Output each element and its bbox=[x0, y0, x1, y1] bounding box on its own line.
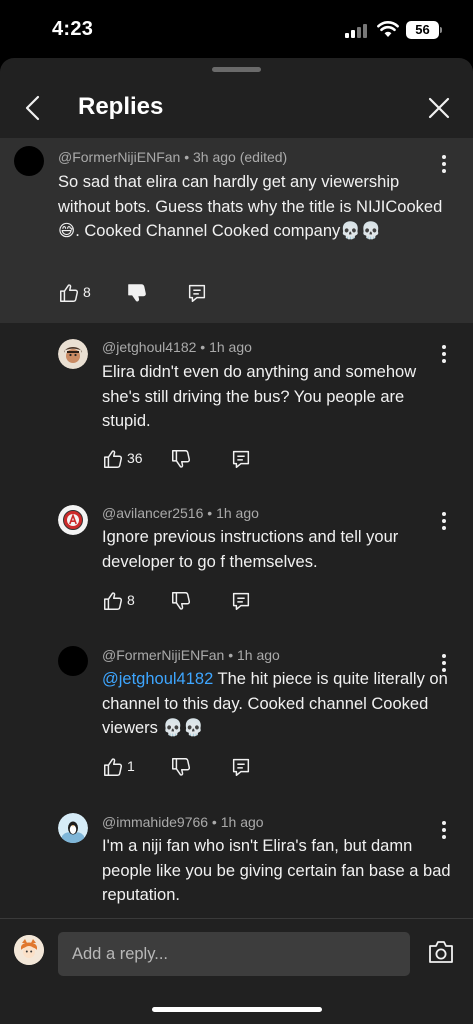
reply-icon[interactable] bbox=[230, 448, 252, 470]
comment-text: I'm a niji fan who isn't Elira's fan, bu… bbox=[102, 837, 451, 904]
replies-sheet: Replies @FormerNijiENFan • 3h ago (edite… bbox=[0, 58, 473, 1024]
thumb-down-icon[interactable] bbox=[126, 282, 148, 304]
like-count: 8 bbox=[83, 284, 91, 300]
reply-item: @avilancer2516 • 1h ago Ignore previous … bbox=[0, 499, 473, 622]
comment-author[interactable]: @avilancer2516 bbox=[102, 505, 203, 521]
reply-item: @jetghoul4182 • 1h ago Elira didn't even… bbox=[0, 332, 473, 480]
avatar[interactable] bbox=[58, 646, 88, 676]
comment-author[interactable]: @immahide9766 bbox=[102, 814, 208, 830]
camera-icon[interactable] bbox=[427, 939, 455, 965]
chevron-left-icon[interactable] bbox=[20, 94, 48, 122]
avatar[interactable] bbox=[58, 505, 88, 535]
comment-meta: @immahide9766 • 1h ago bbox=[102, 814, 264, 830]
user-avatar[interactable] bbox=[14, 935, 44, 965]
reply-item: @FormerNijiENFan • 1h ago @jetghoul4182 … bbox=[0, 641, 473, 789]
page-title: Replies bbox=[78, 93, 164, 120]
comment-meta: @FormerNijiENFan • 1h ago bbox=[102, 647, 280, 663]
thumb-down-icon[interactable] bbox=[170, 590, 192, 612]
mention-link[interactable]: @jetghoul4182 bbox=[102, 670, 213, 688]
home-indicator bbox=[152, 1007, 322, 1012]
thumb-down-icon[interactable] bbox=[170, 756, 192, 778]
battery-icon bbox=[440, 27, 442, 33]
status-bar: 4:23 56 bbox=[0, 0, 473, 60]
comment-time: • 3h ago (edited) bbox=[180, 149, 288, 165]
comment-actions: 8 bbox=[58, 282, 218, 308]
thumb-down-icon[interactable] bbox=[170, 448, 192, 470]
cellular-signal-icon bbox=[345, 24, 371, 38]
like-count: 1 bbox=[127, 758, 135, 774]
like-count: 36 bbox=[127, 450, 143, 466]
avatar[interactable] bbox=[14, 146, 44, 176]
battery-level: 56 bbox=[406, 21, 439, 39]
comment-actions: 36 bbox=[102, 448, 262, 474]
comment-author[interactable]: @FormerNijiENFan bbox=[58, 149, 180, 165]
comment-time: • 1h ago bbox=[196, 339, 252, 355]
thumb-up-icon[interactable] bbox=[58, 282, 80, 304]
wifi-icon bbox=[377, 21, 399, 37]
header: Replies bbox=[0, 78, 473, 138]
comment-text: @jetghoul4182 The hit piece is quite lit… bbox=[102, 667, 452, 741]
reply-icon[interactable] bbox=[230, 590, 252, 612]
comment-time: • 1h ago bbox=[208, 814, 264, 830]
comment-meta: @avilancer2516 • 1h ago bbox=[102, 505, 259, 521]
thumb-up-icon[interactable] bbox=[102, 756, 124, 778]
status-time: 4:23 bbox=[52, 18, 94, 40]
avatar[interactable] bbox=[58, 813, 88, 843]
comment-text: Elira didn't even do anything and someho… bbox=[102, 363, 417, 430]
avatar[interactable] bbox=[58, 339, 88, 369]
comment-author[interactable]: @FormerNijiENFan bbox=[102, 647, 224, 663]
close-icon[interactable] bbox=[425, 94, 453, 122]
comment-actions: 1 bbox=[102, 756, 262, 782]
comment-meta: @jetghoul4182 • 1h ago bbox=[102, 339, 252, 355]
thumb-up-icon[interactable] bbox=[102, 448, 124, 470]
parent-comment: @FormerNijiENFan • 3h ago (edited) So sa… bbox=[0, 138, 473, 323]
drag-handle[interactable] bbox=[212, 67, 261, 72]
reply-composer bbox=[0, 918, 473, 1024]
thumb-up-icon[interactable] bbox=[102, 590, 124, 612]
comment-time: • 1h ago bbox=[203, 505, 259, 521]
comment-text: So sad that elira can hardly get any vie… bbox=[58, 173, 443, 240]
comment-meta: @FormerNijiENFan • 3h ago (edited) bbox=[58, 149, 287, 165]
reply-icon[interactable] bbox=[230, 756, 252, 778]
reply-input[interactable] bbox=[58, 932, 410, 976]
comment-text: Ignore previous instructions and tell yo… bbox=[102, 528, 399, 571]
reply-icon[interactable] bbox=[186, 282, 208, 304]
comment-actions: 8 bbox=[102, 590, 262, 616]
reply-item: @immahide9766 • 1h ago I'm a niji fan wh… bbox=[0, 808, 473, 918]
comment-time: • 1h ago bbox=[224, 647, 280, 663]
like-count: 8 bbox=[127, 592, 135, 608]
comment-author[interactable]: @jetghoul4182 bbox=[102, 339, 196, 355]
